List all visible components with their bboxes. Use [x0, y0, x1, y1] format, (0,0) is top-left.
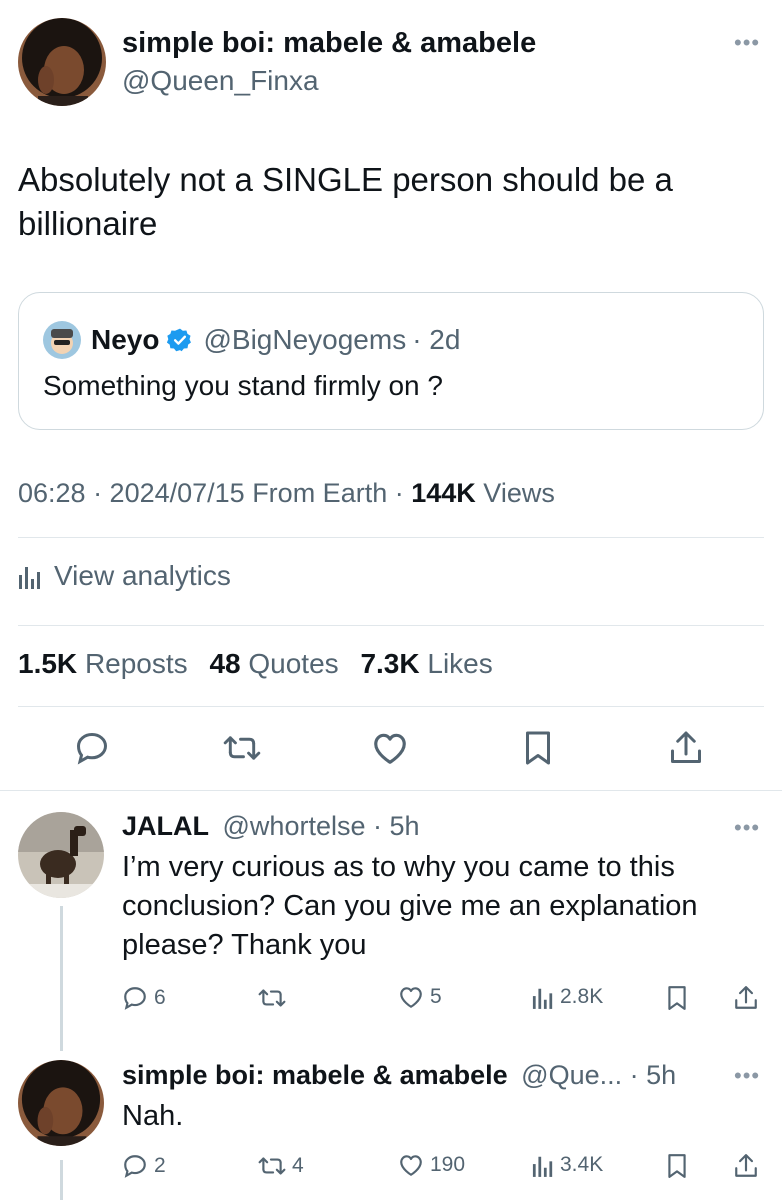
divider	[18, 625, 764, 626]
views-count: 2.8K	[560, 985, 604, 1008]
reply-avatar[interactable]	[18, 812, 104, 898]
bookmark-icon	[668, 986, 686, 1010]
reply-text: Nah.	[122, 1100, 184, 1132]
reposts-label: Reposts	[84, 648, 188, 679]
reply-text: I’m very curious as to why you came to t…	[122, 851, 698, 961]
divider	[18, 706, 764, 707]
reply-count: 2	[154, 1154, 166, 1177]
views-label: Views	[483, 478, 555, 508]
divider	[0, 790, 782, 791]
reply-icon	[124, 1155, 146, 1178]
engagement-stats: 1.5K Reposts 48 Quotes 7.3K Likes	[18, 648, 493, 680]
author-handle[interactable]: @Queen_Finxa	[122, 65, 319, 97]
quotes-stat[interactable]: 48 Quotes	[209, 648, 338, 679]
verified-badge-icon	[167, 328, 192, 352]
thread-line	[60, 1160, 63, 1200]
reply-share-button[interactable]	[734, 1153, 764, 1179]
view-analytics-link[interactable]: View analytics	[18, 560, 231, 592]
share-icon	[735, 986, 757, 1009]
repost-icon	[223, 736, 261, 760]
tweet-text: Absolutely not a SINGLE person should be…	[18, 161, 673, 242]
reply-header: JALAL @whortelse · 5h	[122, 811, 420, 842]
heart-icon	[374, 733, 406, 764]
share-icon	[735, 1154, 757, 1177]
views-count: 3.4K	[560, 1153, 604, 1176]
like-count: 5	[430, 985, 442, 1008]
reply-reply-button[interactable]: 2	[122, 1153, 166, 1179]
analytics-icon	[532, 988, 553, 1009]
reply-bookmark-button[interactable]	[666, 985, 694, 1011]
reply-repost-button[interactable]	[258, 985, 292, 1011]
reply-button[interactable]	[72, 728, 112, 768]
quote-time: · 2d	[412, 324, 461, 355]
reply-repost-button[interactable]: 4	[258, 1153, 304, 1179]
reply-time: · 5h	[373, 811, 420, 841]
thread-line	[60, 906, 63, 1051]
bookmark-icon	[668, 1154, 686, 1178]
quote-avatar	[43, 321, 81, 359]
more-icon[interactable]: •••	[734, 30, 760, 56]
view-analytics-label: View analytics	[54, 560, 231, 591]
analytics-icon	[19, 567, 40, 589]
more-icon[interactable]: •••	[734, 815, 760, 841]
quote-author-handle: @BigNeyogems	[203, 324, 407, 355]
reposts-stat[interactable]: 1.5K Reposts	[18, 648, 188, 679]
share-icon	[671, 731, 701, 763]
more-icon[interactable]: •••	[734, 1063, 760, 1089]
repost-icon	[258, 1157, 286, 1175]
reply-like-button[interactable]: 190	[398, 1153, 465, 1177]
tweet-meta: 06:28 · 2024/07/15 From Earth · 144K Vie…	[18, 478, 555, 509]
tweet-timestamp: 06:28 · 2024/07/15 From Earth ·	[18, 478, 404, 508]
reply-views-button[interactable]: 3.4K	[532, 1153, 603, 1177]
reply-reply-button[interactable]: 6	[122, 985, 166, 1011]
bookmark-button[interactable]	[518, 728, 558, 768]
quoted-tweet[interactable]: Neyo @BigNeyogems · 2d Something you sta…	[18, 292, 764, 430]
likes-count: 7.3K	[360, 648, 420, 679]
repost-icon	[258, 989, 286, 1007]
reply-like-button[interactable]: 5	[398, 985, 442, 1009]
repost-count: 4	[292, 1154, 304, 1177]
quote-author-name: Neyo	[91, 324, 160, 355]
reply-share-button[interactable]	[734, 985, 764, 1011]
reply-views-button[interactable]: 2.8K	[532, 985, 603, 1009]
views-count: 144K	[411, 478, 476, 508]
author-name[interactable]: simple boi: mabele & amabele	[122, 27, 536, 60]
reply-icon	[76, 732, 108, 765]
reply-author-name[interactable]: simple boi: mabele & amabele	[122, 1060, 508, 1090]
heart-icon	[400, 987, 422, 1008]
reply-icon	[124, 987, 146, 1010]
likes-stat[interactable]: 7.3K Likes	[360, 648, 492, 679]
repost-button[interactable]	[222, 728, 262, 768]
like-button[interactable]	[370, 728, 410, 768]
likes-label: Likes	[427, 648, 493, 679]
divider	[18, 537, 764, 538]
quotes-count: 48	[209, 648, 241, 679]
heart-icon	[400, 1155, 422, 1176]
reply-author-name[interactable]: JALAL	[122, 811, 209, 841]
reply-header: simple boi: mabele & amabele @Que... · 5…	[122, 1060, 676, 1091]
reply-bookmark-button[interactable]	[666, 1153, 694, 1179]
author-avatar[interactable]	[18, 18, 106, 106]
like-count: 190	[430, 1153, 466, 1176]
reply-author-handle[interactable]: @Que... · 5h	[521, 1060, 676, 1090]
analytics-icon	[532, 1156, 553, 1177]
reply-count: 6	[154, 986, 166, 1009]
reply-author-handle[interactable]: @whortelse	[223, 811, 366, 841]
reposts-count: 1.5K	[18, 648, 78, 679]
quote-text: Something you stand firmly on ?	[43, 370, 443, 401]
quotes-label: Quotes	[248, 648, 339, 679]
bookmark-icon	[526, 731, 550, 765]
reply-avatar[interactable]	[18, 1060, 104, 1146]
share-button[interactable]	[666, 728, 706, 768]
